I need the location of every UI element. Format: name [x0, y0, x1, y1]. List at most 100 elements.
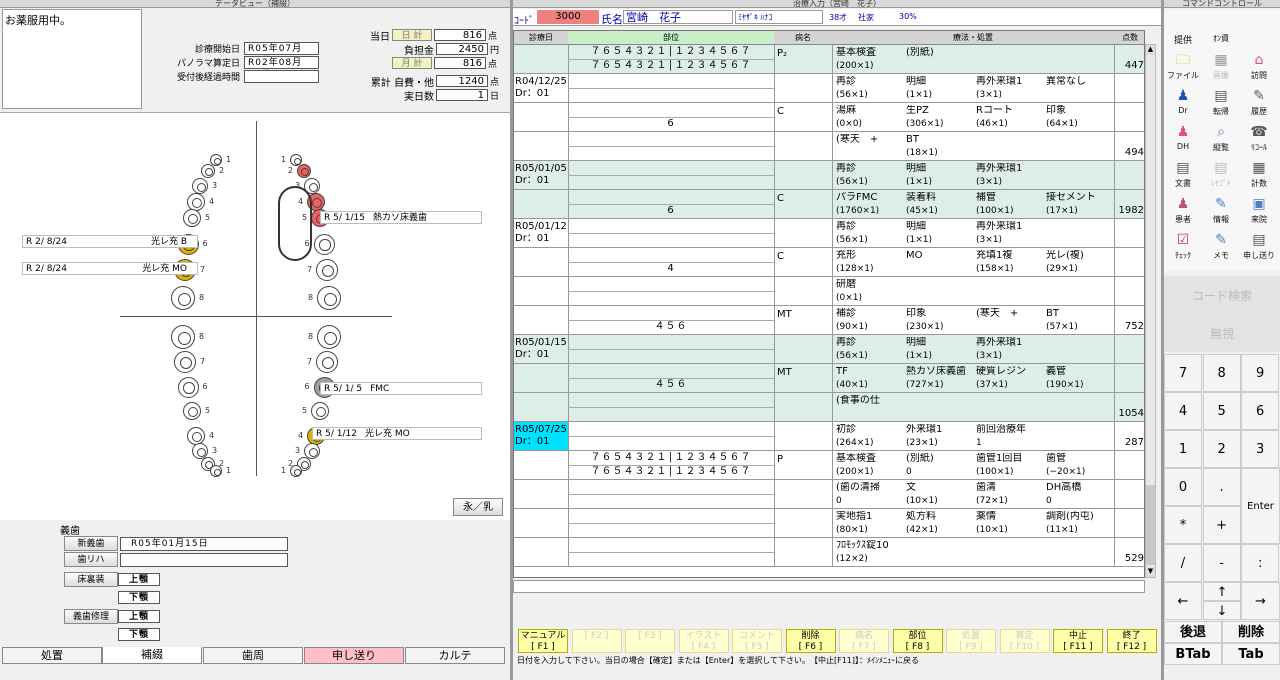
- function-key-f7[interactable]: 病名[ F7 ]: [839, 629, 889, 653]
- tab-shishu[interactable]: 歯周: [203, 647, 303, 664]
- function-key-f12[interactable]: 終了[ F12 ]: [1106, 629, 1157, 653]
- tab-shochi[interactable]: 処置: [2, 647, 102, 664]
- scroll-up-icon[interactable]: ▲: [1146, 45, 1155, 55]
- scroll-thumb[interactable]: [1146, 485, 1155, 565]
- keypad-key[interactable]: +: [1202, 506, 1241, 544]
- table-row[interactable]: R05/07/25 Dr：01 初診 (264×1) 外来環1 (23×1) 前回治療年 1 2…: [514, 422, 1144, 451]
- rihabil-button[interactable]: 歯リハ: [64, 552, 118, 567]
- tooth-upper-left-8[interactable]: [317, 286, 341, 310]
- keypad-key[interactable]: 5: [1202, 392, 1241, 430]
- tab-hotetsu[interactable]: 補綴: [102, 647, 202, 664]
- tooth-upper-left-2[interactable]: [297, 164, 311, 178]
- calculator-button[interactable]: ▦ 計数: [1240, 157, 1278, 193]
- arrow-key[interactable]: →: [1241, 582, 1280, 620]
- doc-button[interactable]: ▤ 文書: [1164, 157, 1202, 193]
- keypad-key[interactable]: 1: [1164, 430, 1202, 468]
- keypad-key[interactable]: 8: [1202, 354, 1241, 392]
- function-key-f3[interactable]: [ F3 ]: [625, 629, 675, 653]
- patient-button[interactable]: ♟ 患者: [1164, 193, 1202, 229]
- tooth-lower-right-8[interactable]: [171, 325, 195, 349]
- tooth-lower-right-4[interactable]: [187, 427, 205, 445]
- function-key-f4[interactable]: イラスト[ F4 ]: [678, 629, 729, 653]
- tooth-lower-left-8[interactable]: [317, 325, 341, 349]
- tab-onshi[interactable]: ｵﾝ資: [1202, 33, 1240, 44]
- table-row[interactable]: 実地指1 (80×1) 処方料 (42×1) 薬情 (10×1) 調剤(内屯) (11×1): [514, 509, 1144, 538]
- tooth-upper-left-7[interactable]: [316, 259, 338, 281]
- table-row[interactable]: 6 C 湯麻 (0×0) 生PZ (306×1) Rコート (46×1) 印象 (64×1): [514, 103, 1144, 132]
- function-key-f6[interactable]: 削除[ F6 ]: [785, 629, 836, 653]
- handover-button[interactable]: ▤ 申し送り: [1240, 229, 1278, 265]
- memo-button[interactable]: ✎ メモ: [1202, 229, 1240, 265]
- keypad-key[interactable]: 2: [1202, 430, 1241, 468]
- tab-karte[interactable]: カルテ: [405, 647, 505, 664]
- keypad-key[interactable]: 4: [1164, 392, 1202, 430]
- document-button[interactable]: ▤ 転帰: [1202, 85, 1240, 121]
- keypad-key[interactable]: 6: [1241, 392, 1280, 430]
- input-line[interactable]: [513, 580, 1145, 593]
- keypad-key[interactable]: :: [1241, 544, 1280, 582]
- start-date-field[interactable]: R05年07月25日: [244, 42, 319, 66]
- check-button[interactable]: ☑ ﾁｪｯｸ: [1164, 229, 1202, 265]
- keypad-key[interactable]: 9: [1241, 354, 1280, 392]
- table-row[interactable]: (寒天 + BT (18×1) 494: [514, 132, 1144, 161]
- tooth-upper-right-8[interactable]: [171, 286, 195, 310]
- function-key-f5[interactable]: コメント[ F5 ]: [732, 629, 782, 653]
- elapsed-field[interactable]: [244, 70, 319, 83]
- tab-key[interactable]: Tab: [1222, 643, 1280, 665]
- tooth-lower-right-6[interactable]: [177, 376, 199, 398]
- repair-upper[interactable]: 上顎: [118, 610, 160, 623]
- tooth-lower-left-1[interactable]: [290, 465, 302, 477]
- shouri-lower[interactable]: 下顎: [118, 591, 160, 604]
- eiyu-nyu-button[interactable]: 永／乳: [453, 498, 503, 516]
- btab-key[interactable]: BTab: [1164, 643, 1222, 665]
- repair-lower[interactable]: 下顎: [118, 628, 160, 641]
- tooth-upper-right-3[interactable]: [192, 178, 208, 194]
- function-key-f10[interactable]: 算定[ F10 ]: [999, 629, 1050, 653]
- code-field[interactable]: 3000: [537, 10, 599, 24]
- arrow-key[interactable]: ←: [1164, 582, 1202, 620]
- table-row[interactable]: 4 C 充形 (128×1) MO 充填1複 (158×1) 光レ(複) (29×1): [514, 248, 1144, 277]
- backspace-key[interactable]: 後退: [1164, 621, 1222, 643]
- delete-key[interactable]: 削除: [1222, 621, 1280, 643]
- tooth-lower-right-7[interactable]: [174, 351, 196, 373]
- shouri-upper[interactable]: 上顎: [118, 573, 160, 586]
- shouri-button[interactable]: 床裏装: [64, 572, 118, 587]
- tooth-upper-left-6[interactable]: [313, 233, 335, 255]
- keypad-key[interactable]: -: [1202, 544, 1241, 582]
- visit-button[interactable]: ▣ 来院: [1240, 193, 1278, 229]
- code-search-button[interactable]: コード検索: [1164, 276, 1280, 316]
- keypad-key[interactable]: 3: [1241, 430, 1280, 468]
- panorama-date-field[interactable]: R02年08月04日: [244, 56, 319, 80]
- info-button[interactable]: ✎ 情報: [1202, 193, 1240, 229]
- grid-scrollbar[interactable]: ▲ ▼: [1145, 44, 1156, 578]
- arrow-key[interactable]: ↓: [1203, 601, 1241, 620]
- tooth-upper-right-5[interactable]: [183, 209, 201, 227]
- table-row[interactable]: ７６５４３２１│１２３４５６７ ７６５４３２１│１２３４５６７ P 基本検査 (200×…: [514, 451, 1144, 480]
- table-row[interactable]: (食事の仕 1054: [514, 393, 1144, 422]
- tab-teikyo[interactable]: 提供: [1164, 33, 1202, 46]
- tooth-lower-left-7[interactable]: [316, 351, 338, 373]
- keypad-key[interactable]: /: [1164, 544, 1202, 582]
- new-gishi-button[interactable]: 新義歯: [64, 536, 118, 551]
- table-row[interactable]: ﾌﾛﾓｯｸｽ錠10 (12×2) 529: [514, 538, 1144, 567]
- tab-moushiokuri[interactable]: 申し送り: [304, 647, 404, 664]
- phone-button[interactable]: ☎ ﾘｺｰﾙ: [1240, 121, 1278, 157]
- doctor-button[interactable]: ♟ Dr: [1164, 85, 1202, 121]
- folder-button[interactable]: 🗀 ファイル: [1164, 49, 1202, 85]
- ignore-button[interactable]: 無視: [1164, 316, 1280, 352]
- magnify-button[interactable]: ⌕ 縦覧: [1202, 121, 1240, 157]
- enter-key[interactable]: Enter: [1241, 468, 1280, 544]
- table-row[interactable]: ４５６ MT TF (40×1) 熱カソ床義歯 (727×1) 硬質レジン (37×1) 義管 (…: [514, 364, 1144, 393]
- table-row[interactable]: ４５６ MT 補診 (90×1) 印象 (230×1) (寒天 + BT (57×1) 752: [514, 306, 1144, 335]
- image-button[interactable]: ▦ 画像: [1202, 49, 1240, 85]
- receipt-button[interactable]: ▤ ﾚｾﾌﾟﾄ: [1202, 157, 1240, 193]
- hygienist-button[interactable]: ♟ DH: [1164, 121, 1202, 157]
- tooth-lower-right-5[interactable]: [183, 402, 201, 420]
- table-row[interactable]: R05/01/15 Dr：01 再診 (56×1) 明細 (1×1) 再外来環1 (3×1): [514, 335, 1144, 364]
- arrow-key[interactable]: ↑: [1203, 582, 1241, 601]
- tooth-lower-left-5[interactable]: [311, 402, 329, 420]
- house-button[interactable]: ⌂ 訪問: [1240, 49, 1278, 85]
- table-row[interactable]: 研磨 (0×1): [514, 277, 1144, 306]
- pencil-button[interactable]: ✎ 履歴: [1240, 85, 1278, 121]
- table-row[interactable]: ７６５４３２１│１２３４５６７ ７６５４３２１│１２３４５６７ P₂ 基本検査 (200…: [514, 45, 1144, 74]
